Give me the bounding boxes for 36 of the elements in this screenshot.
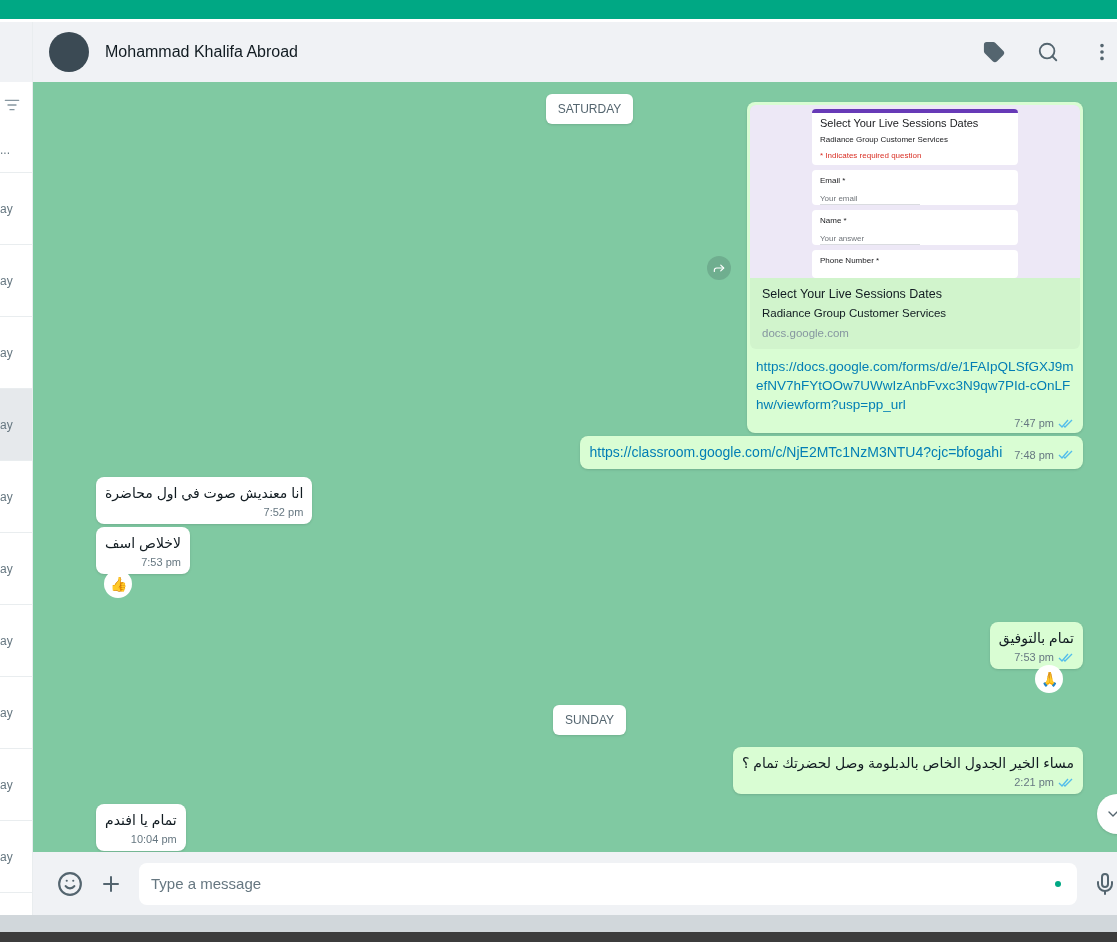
message-text: لاخلاص اسف [105, 534, 181, 553]
message-time: 2:21 pm [1014, 775, 1054, 789]
message-input[interactable]: Type a message [139, 862, 1077, 905]
message-time: 7:52 pm [263, 505, 304, 519]
label-icon[interactable] [983, 41, 1005, 63]
filter-icon[interactable] [4, 97, 20, 113]
avatar[interactable] [49, 32, 89, 72]
form-title: Select Your Live Sessions Dates [820, 117, 980, 131]
message-text: تمام يا افندم [105, 811, 177, 830]
message-text: انا معنديش صوت في اول محاضرة [105, 484, 304, 503]
search-icon[interactable] [1037, 41, 1059, 63]
message-time: 10:04 pm [130, 832, 177, 846]
question-label: Name * [820, 215, 848, 226]
message-text: مساء الخير الجدول الخاص بالدبلومة وصل لحضرتك تمام ؟ [742, 754, 1074, 773]
form-subtitle: Radiance Group Customer Services [820, 134, 950, 145]
preview-domain: docs.google.com [762, 326, 850, 341]
message-link[interactable]: https://docs.google.com/forms/d/e/1FAIpQLSfGXJ9mefNV7hFYtOOw7UWwIzAnbFvxc3N9qw7PId-cOnLFhw/viewform?usp=pp_url [756, 357, 1074, 414]
answer-line: Your email [820, 193, 920, 205]
link-preview-card[interactable] [750, 105, 1080, 349]
question-label: Email * [820, 175, 847, 186]
question-label: Phone Number * [820, 255, 881, 266]
contact-name[interactable]: Mohammad Khalifa Abroad [105, 40, 298, 64]
required-note: * Indicates required question [820, 150, 923, 161]
preview-title: Select Your Live Sessions Dates [762, 286, 943, 302]
message-time: 7:48 pm [1014, 447, 1054, 463]
date-chip: SUNDAY [552, 705, 627, 735]
message-time: 7:53 pm [141, 555, 181, 569]
date-chip: SATURDAY [545, 94, 634, 124]
answer-line: Your answer [820, 233, 920, 245]
message-link[interactable]: https://classroom.google.com/c/NjE2MTc1NzM3NTU4?cjc=bfogahi [589, 442, 1003, 463]
message-text: تمام بالتوفيق [998, 629, 1074, 648]
message-time: 7:53 pm [1014, 650, 1054, 664]
emoji-icon[interactable] [57, 870, 83, 897]
chat-list-item[interactable]: ay [0, 389, 32, 461]
preview-description: Radiance Group Customer Services [762, 306, 948, 321]
message-time: 7:47 pm [1014, 416, 1054, 430]
